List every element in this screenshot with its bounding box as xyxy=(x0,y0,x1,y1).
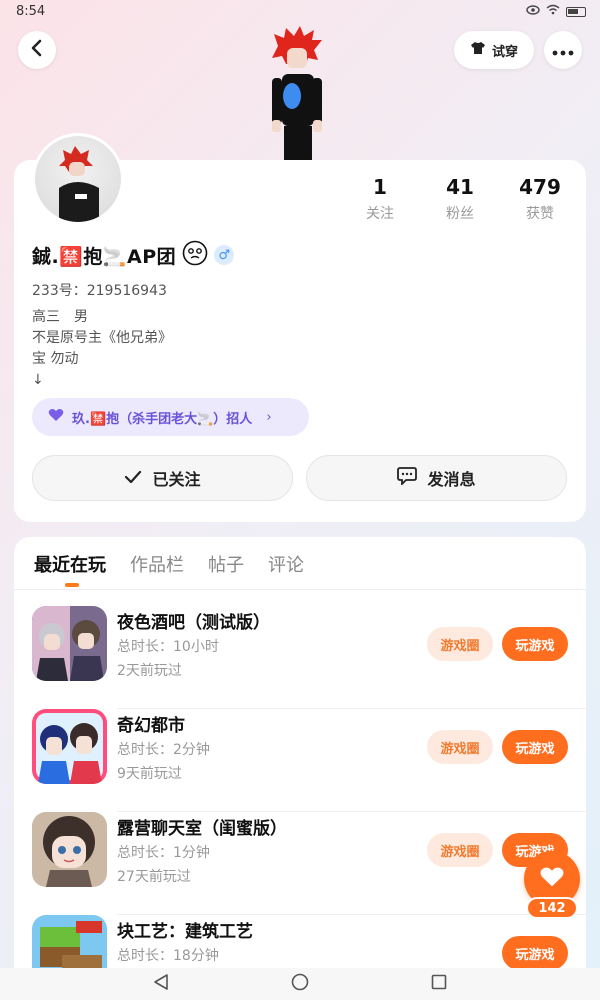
game-list-item[interactable]: 夜色酒吧（测试版） 总时长：10小时 2天前玩过 游戏圈 玩游戏 xyxy=(32,606,587,709)
game-duration: 总时长：2分钟 xyxy=(117,742,210,758)
status-time: 8:54 xyxy=(16,4,46,19)
tab-comments[interactable]: 评论 xyxy=(268,551,304,577)
send-message-label: 发消息 xyxy=(427,470,476,489)
chevron-right-icon: › xyxy=(266,409,272,425)
game-icon[interactable] xyxy=(32,606,107,681)
group-recruit-chip[interactable]: 玖.🈲抱（杀手团老大🚬）招人 › xyxy=(32,398,309,436)
avatar[interactable] xyxy=(32,133,124,225)
nickname-row: 鋮.🈲抱🚬AP团 ♂ xyxy=(32,240,235,270)
tshirt-icon xyxy=(470,41,486,59)
game-icon[interactable] xyxy=(32,812,107,887)
game-icon[interactable] xyxy=(32,709,107,784)
game-list-item[interactable]: 块工艺：建筑工艺 总时长：18分钟 玩游戏 xyxy=(32,915,572,968)
gender-male-icon: ♂ xyxy=(214,245,235,265)
group-chip-label: 玖.🈲抱（杀手团老大🚬）招人 xyxy=(72,411,253,427)
try-on-label: 试穿 xyxy=(491,44,518,60)
eye-icon xyxy=(526,4,540,19)
stat-following[interactable]: 1 关注 xyxy=(340,175,420,223)
bio-line: 高三 男 xyxy=(32,309,88,325)
nav-recents-icon[interactable] xyxy=(431,974,447,994)
game-list-item[interactable]: 奇幻都市 总时长：2分钟 9天前玩过 游戏圈 玩游戏 xyxy=(32,709,587,812)
tab-works[interactable]: 作品栏 xyxy=(130,551,184,577)
game-list-item[interactable]: 露营聊天室（闺蜜版） 总时长：1分钟 27天前玩过 游戏圈 玩游戏 xyxy=(32,812,587,915)
status-icons xyxy=(526,4,586,19)
tab-indicator xyxy=(65,583,79,587)
chevron-left-icon xyxy=(30,39,44,61)
game-circle-button[interactable]: 游戏圈 xyxy=(427,627,493,661)
back-button[interactable] xyxy=(18,31,56,69)
try-on-button[interactable]: 试穿 xyxy=(454,31,534,69)
status-bar: 8:54 xyxy=(0,0,600,26)
more-dots-icon xyxy=(552,41,574,60)
game-last-played: 2天前玩过 xyxy=(117,663,182,679)
nickname: 鋮.🈲抱🚬AP团 xyxy=(32,245,177,268)
stats-row: 1 关注 41 粉丝 479 获赞 xyxy=(340,175,580,223)
stat-value: 1 xyxy=(373,175,387,199)
avatar-character-figure[interactable] xyxy=(262,26,332,162)
game-duration: 总时长：1分钟 xyxy=(117,845,210,861)
bio-line: ↓ xyxy=(32,372,44,388)
system-nav-bar xyxy=(0,968,600,1000)
heart-icon xyxy=(539,866,565,892)
game-circle-button[interactable]: 游戏圈 xyxy=(427,833,493,867)
stat-followers[interactable]: 41 粉丝 xyxy=(420,175,500,223)
heart-icon xyxy=(48,408,64,426)
followed-label: 已关注 xyxy=(152,470,201,489)
face-emoji-icon xyxy=(182,240,208,270)
bio: 高三 男 不是原号主《他兄弟》 宝 勿动 ↓ xyxy=(32,307,172,391)
divider xyxy=(14,589,586,590)
stat-value: 479 xyxy=(519,175,561,199)
profile-tabs: 最近在玩 作品栏 帖子 评论 xyxy=(34,551,304,577)
game-duration: 总时长：18分钟 xyxy=(117,948,219,964)
game-name: 奇幻都市 xyxy=(117,716,185,736)
game-icon[interactable] xyxy=(32,915,107,968)
game-name: 露营聊天室（闺蜜版） xyxy=(117,819,287,839)
game-last-played: 9天前玩过 xyxy=(117,766,182,782)
bio-line: 宝 勿动 xyxy=(32,351,79,367)
stat-label: 关注 xyxy=(366,206,394,222)
followed-button[interactable]: 已关注 xyxy=(32,455,293,501)
battery-icon xyxy=(566,6,586,17)
stat-likes[interactable]: 479 获赞 xyxy=(500,175,580,223)
play-game-button[interactable]: 玩游戏 xyxy=(502,936,568,968)
nav-home-icon[interactable] xyxy=(291,973,309,995)
like-count-badge: 142 xyxy=(526,897,578,919)
nav-back-icon[interactable] xyxy=(153,973,169,995)
check-icon xyxy=(124,469,142,488)
game-name: 夜色酒吧（测试版） xyxy=(117,613,270,633)
tab-posts[interactable]: 帖子 xyxy=(208,551,244,577)
play-game-button[interactable]: 玩游戏 xyxy=(502,627,568,661)
send-message-button[interactable]: 发消息 xyxy=(306,455,567,501)
more-button[interactable] xyxy=(544,31,582,69)
message-icon xyxy=(397,467,418,489)
user-id[interactable]: 233号：219516943 xyxy=(32,280,167,300)
stat-label: 粉丝 xyxy=(446,206,474,222)
play-game-button[interactable]: 玩游戏 xyxy=(502,730,568,764)
tab-recently-played[interactable]: 最近在玩 xyxy=(34,551,106,577)
game-name: 块工艺：建筑工艺 xyxy=(117,922,253,942)
game-circle-button[interactable]: 游戏圈 xyxy=(427,730,493,764)
game-duration: 总时长：10小时 xyxy=(117,639,219,655)
stat-value: 41 xyxy=(446,175,474,199)
game-last-played: 27天前玩过 xyxy=(117,869,191,885)
wifi-icon xyxy=(546,4,560,19)
bio-line: 不是原号主《他兄弟》 xyxy=(32,330,172,346)
stat-label: 获赞 xyxy=(526,206,554,222)
